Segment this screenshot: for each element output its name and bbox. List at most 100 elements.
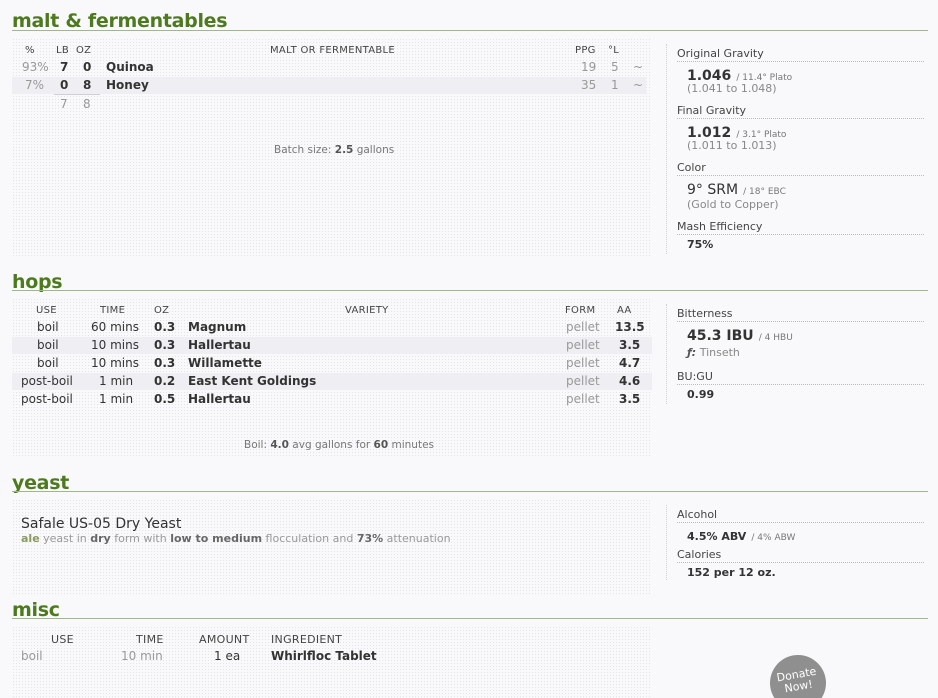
malt-header-pct: % <box>25 45 35 56</box>
hops-header-use: USE <box>36 305 57 316</box>
hop-use: boil <box>37 338 59 352</box>
batch-size-label: Batch size: <box>274 144 335 156</box>
hop-variety: Hallertau <box>188 392 251 406</box>
abv-value: 4.5% ABV <box>687 530 747 543</box>
yeast-name: Safale US-05 Dry Yeast <box>21 516 182 532</box>
hop-oz: 0.2 <box>154 374 176 388</box>
malt-total-rule <box>54 94 100 95</box>
malt-lb: 0 <box>60 78 69 92</box>
hops-rule <box>12 290 928 291</box>
og-range: (1.041 to 1.048) <box>687 82 777 95</box>
yeast-text: flocculation and <box>262 532 357 545</box>
yeast-background <box>12 499 652 594</box>
hop-use: boil <box>37 356 59 370</box>
malt-lb: 7 <box>60 60 69 74</box>
malt-header-ppg: PPG <box>575 45 596 56</box>
ibu-formula-line: ƒ: Tinseth <box>687 346 740 359</box>
malt-divider <box>666 44 667 254</box>
hops-header-aa: AA <box>617 305 632 316</box>
yeast-text: attenuation <box>383 532 451 545</box>
malt-lovibond: 1 <box>611 78 619 92</box>
hop-form: pellet <box>566 392 600 406</box>
hop-time: 1 min <box>99 374 134 388</box>
malt-rule <box>12 30 928 31</box>
malt-tilde: ~ <box>633 78 644 92</box>
hop-oz: 0.5 <box>154 392 176 406</box>
hop-use: post-boil <box>21 392 73 406</box>
mash-efficiency-label: Mash Efficiency <box>677 220 924 235</box>
yeast-kind: ale <box>21 532 40 545</box>
yeast-form: dry <box>90 532 111 545</box>
fg-range: (1.011 to 1.013) <box>687 139 777 152</box>
hop-form: pellet <box>566 338 600 352</box>
malt-pct: 7% <box>25 78 45 92</box>
hop-aa: 4.6 <box>619 374 641 388</box>
alcohol-label: Alcohol <box>677 508 924 523</box>
malt-total-oz: 8 <box>83 97 91 111</box>
batch-size-note: Batch size: 2.5 gallons <box>274 144 394 156</box>
calories-label: Calories <box>677 548 924 563</box>
yeast-text: yeast in <box>39 532 91 545</box>
malt-ppg: 35 <box>581 78 597 92</box>
yeast-text: form with <box>110 532 171 545</box>
boil-label: Boil: <box>244 439 271 451</box>
misc-header-ingredient: INGREDIENT <box>271 633 343 646</box>
yeast-flocculation: low to medium <box>170 532 263 545</box>
yeast-attenuation: 73% <box>356 532 384 545</box>
hops-header-variety: VARIETY <box>345 305 389 316</box>
batch-size-unit: gallons <box>353 144 395 156</box>
boil-minutes: 60 <box>373 439 389 451</box>
hop-variety: Hallertau <box>188 338 251 352</box>
og-label: Original Gravity <box>677 47 924 62</box>
misc-ingredient: Whirlfloc Tablet <box>271 649 377 663</box>
hop-form: pellet <box>566 320 600 334</box>
hop-aa: 3.5 <box>619 392 641 406</box>
hops-header-time: TIME <box>100 305 126 316</box>
hop-time: 10 mins <box>91 338 139 352</box>
malt-header-lb: LB <box>56 45 70 56</box>
malt-pct: 93% <box>22 60 49 74</box>
formula-icon: ƒ: <box>687 346 697 359</box>
hop-variety: East Kent Goldings <box>188 374 317 388</box>
yeast-divider <box>666 505 667 580</box>
hops-divider <box>666 304 667 404</box>
boil-note: Boil: 4.0 avg gallons for 60 minutes <box>244 439 434 451</box>
donate-button[interactable]: Donate Now! <box>765 650 831 698</box>
yeast-rule <box>12 491 928 492</box>
hop-variety: Willamette <box>188 356 262 370</box>
bitterness-label: Bitterness <box>677 307 924 322</box>
misc-header-amount: AMOUNT <box>199 633 250 646</box>
hop-form: pellet <box>566 356 600 370</box>
misc-header-use: USE <box>51 633 74 646</box>
boil-gallons: 4.0 <box>270 439 289 451</box>
ibu-line: 45.3 IBU / 4 HBU <box>687 325 793 344</box>
hop-oz: 0.3 <box>154 338 176 352</box>
malt-tilde: ~ <box>633 60 644 74</box>
color-srm: 9° SRM <box>687 182 739 198</box>
color-ebc: / 18° EBC <box>743 187 786 197</box>
batch-size-value: 2.5 <box>334 144 354 156</box>
ibu-formula: Tinseth <box>699 346 740 359</box>
malt-header-lovibond: °L <box>608 45 620 56</box>
boil-mid-text: avg gallons for <box>288 439 374 451</box>
mash-efficiency-value: 75% <box>687 238 714 251</box>
hop-aa: 13.5 <box>615 320 645 334</box>
hop-form: pellet <box>566 374 600 388</box>
fg-label: Final Gravity <box>677 104 924 119</box>
ibu-value: 45.3 IBU <box>687 328 754 344</box>
malt-name: Honey <box>106 78 149 92</box>
malt-oz: 0 <box>83 60 92 74</box>
bugu-label: BU:GU <box>677 370 924 385</box>
calories-value: 152 per 12 oz. <box>687 566 776 579</box>
color-value-line: 9° SRM / 18° EBC <box>687 179 786 198</box>
color-label: Color <box>677 161 924 176</box>
abw-value: / 4% ABW <box>751 533 796 543</box>
hbu-value: / 4 HBU <box>758 333 793 343</box>
malt-header-name: MALT OR FERMENTABLE <box>270 45 396 56</box>
hop-time: 10 mins <box>91 356 139 370</box>
hop-aa: 3.5 <box>619 338 641 352</box>
hop-variety: Magnum <box>188 320 247 334</box>
misc-amount: 1 ea <box>214 649 241 663</box>
malt-section-title: malt & fermentables <box>12 10 228 32</box>
yeast-description: ale yeast in dry form with low to medium… <box>21 532 451 545</box>
